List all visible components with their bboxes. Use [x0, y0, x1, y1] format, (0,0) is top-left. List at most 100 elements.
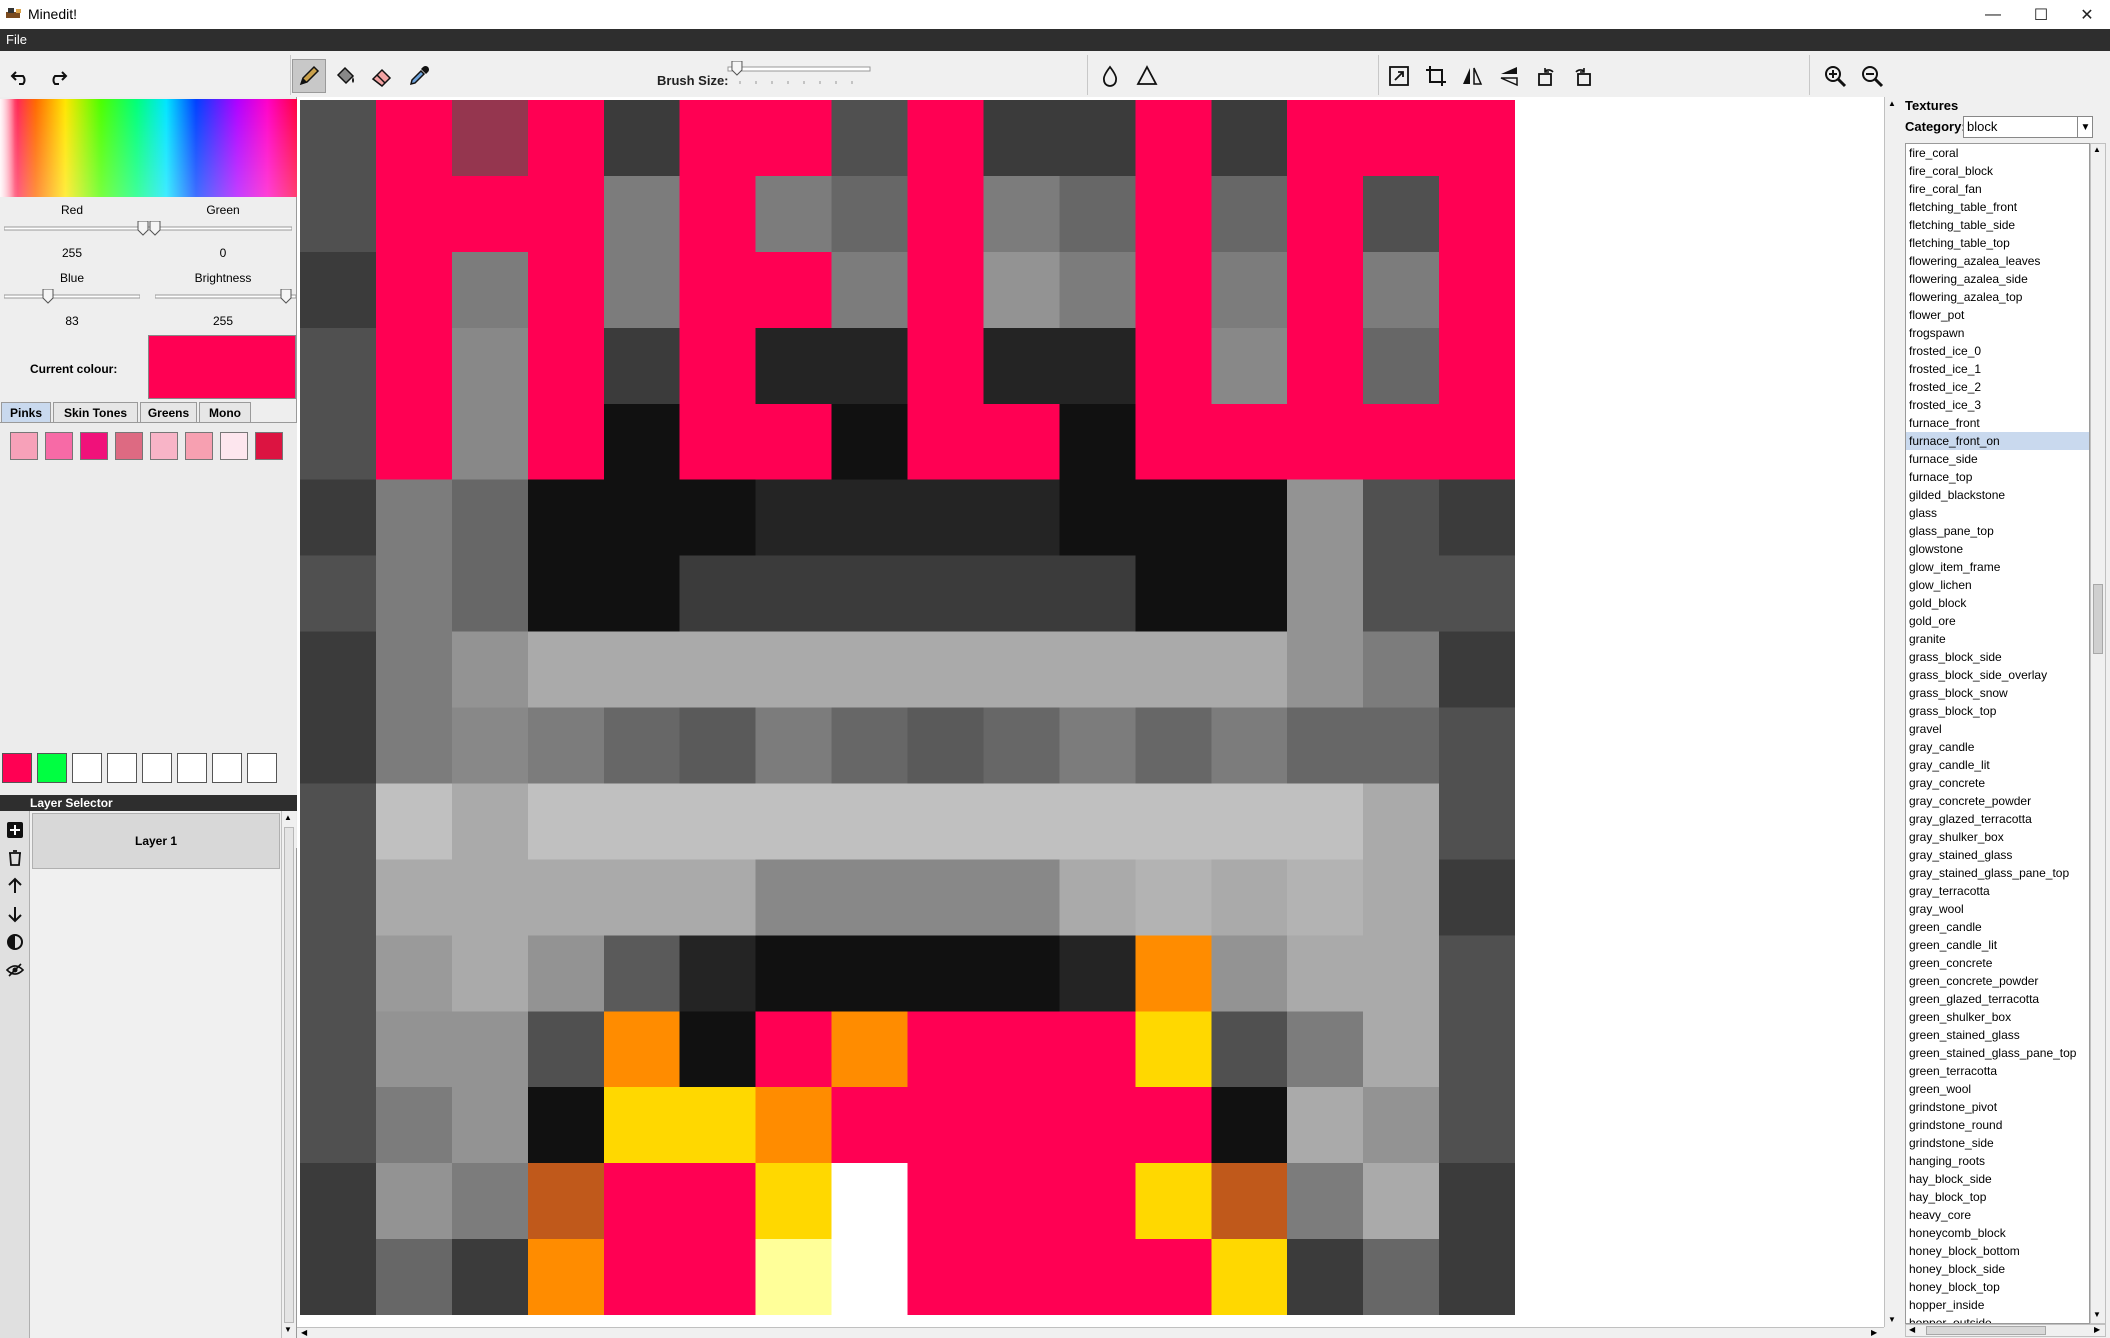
canvas-pixel[interactable]	[1439, 327, 1515, 406]
canvas-pixel[interactable]	[300, 555, 378, 634]
canvas-pixel[interactable]	[755, 1087, 834, 1165]
canvas-pixel[interactable]	[983, 707, 1061, 785]
canvas-pixel[interactable]	[603, 403, 682, 482]
layer-scroll-thumb[interactable]	[284, 827, 294, 1323]
canvas-pixel[interactable]	[679, 555, 758, 634]
canvas-pixel[interactable]	[375, 327, 454, 406]
canvas-pixel[interactable]	[679, 631, 758, 710]
canvas-pixel[interactable]	[1135, 1239, 1213, 1315]
texture-list-item[interactable]: gray_wool	[1906, 900, 2089, 918]
canvas-pixel[interactable]	[300, 403, 378, 482]
canvas-pixel[interactable]	[1363, 1163, 1441, 1241]
canvas-pixel[interactable]	[1439, 631, 1515, 710]
fill-bucket-tool-button[interactable]	[328, 59, 362, 93]
texture-list-item[interactable]: honey_block_top	[1906, 1278, 2089, 1296]
canvas-pixel[interactable]	[1287, 1011, 1365, 1089]
canvas-pixel[interactable]	[1059, 555, 1137, 634]
minimize-button[interactable]: —	[1970, 0, 2016, 29]
canvas-pixel[interactable]	[451, 555, 530, 634]
canvas-pixel[interactable]	[300, 935, 378, 1013]
texture-list-item[interactable]: grindstone_pivot	[1906, 1098, 2089, 1116]
canvas-pixel[interactable]	[1135, 783, 1213, 861]
canvas-pixel[interactable]	[451, 479, 530, 558]
canvas-pixel[interactable]	[375, 783, 454, 861]
canvas-pixel[interactable]	[755, 555, 834, 634]
palette-swatch[interactable]	[10, 432, 38, 460]
canvas-pixel[interactable]	[527, 1163, 606, 1241]
palette-swatch[interactable]	[185, 432, 213, 460]
canvas-pixel[interactable]	[755, 175, 834, 254]
canvas-pixel[interactable]	[375, 251, 454, 330]
canvas-pixel[interactable]	[983, 100, 1061, 178]
canvas-pixel[interactable]	[451, 327, 530, 406]
water-drop-button[interactable]	[1093, 59, 1127, 93]
canvas-pixel[interactable]	[527, 707, 606, 785]
layer-item[interactable]: Layer 1	[32, 813, 280, 869]
canvas-pixel[interactable]	[1059, 1011, 1137, 1089]
canvas-pixel[interactable]	[1059, 707, 1137, 785]
canvas-pixel[interactable]	[527, 1087, 606, 1165]
canvas-pixel[interactable]	[1287, 403, 1365, 482]
canvas-pixel[interactable]	[1059, 1087, 1137, 1165]
canvas-pixel[interactable]	[679, 1239, 758, 1315]
texture-list-item[interactable]: green_glazed_terracotta	[1906, 990, 2089, 1008]
texture-list-item[interactable]: honeycomb_block	[1906, 1224, 2089, 1242]
canvas-pixel[interactable]	[527, 251, 606, 330]
canvas-pixel[interactable]	[375, 631, 454, 710]
canvas-pixel[interactable]	[451, 859, 530, 937]
canvas-pixel[interactable]	[1211, 783, 1289, 861]
canvas-pixel[interactable]	[1135, 403, 1213, 482]
canvas-pixel[interactable]	[527, 1011, 606, 1089]
texture-list-item[interactable]: heavy_core	[1906, 1206, 2089, 1224]
canvas-pixel[interactable]	[679, 175, 758, 254]
canvas-pixel[interactable]	[1059, 631, 1137, 710]
zoom-in-button[interactable]	[1818, 59, 1852, 93]
texture-list-item[interactable]: furnace_top	[1906, 468, 2089, 486]
canvas-pixel[interactable]	[1211, 859, 1289, 937]
canvas-pixel[interactable]	[300, 251, 378, 330]
canvas-pixel[interactable]	[451, 251, 530, 330]
canvas-pixel[interactable]	[527, 555, 606, 634]
texture-list-item[interactable]: green_terracotta	[1906, 1062, 2089, 1080]
pencil-tool-button[interactable]	[292, 59, 326, 93]
canvas-pixel[interactable]	[755, 327, 834, 406]
texture-list-item[interactable]: gray_stained_glass_pane_top	[1906, 864, 2089, 882]
texture-list-item[interactable]: gray_candle_lit	[1906, 756, 2089, 774]
canvas-pixel[interactable]	[603, 1239, 682, 1315]
canvas-pixel[interactable]	[300, 631, 378, 710]
canvas-pixel[interactable]	[1211, 555, 1289, 634]
texture-list-item[interactable]: flowering_azalea_side	[1906, 270, 2089, 288]
canvas-pixel[interactable]	[983, 859, 1061, 937]
canvas-pixel[interactable]	[1135, 327, 1213, 406]
canvas-pixel[interactable]	[983, 1011, 1061, 1089]
canvas-pixel[interactable]	[375, 403, 454, 482]
delete-layer-button[interactable]	[4, 847, 26, 869]
canvas-pixel[interactable]	[907, 175, 985, 254]
canvas-pixel[interactable]	[1135, 175, 1213, 254]
canvas-pixel[interactable]	[1287, 631, 1365, 710]
recent-colour-swatch[interactable]	[142, 753, 172, 783]
texture-list-item[interactable]: frosted_ice_1	[1906, 360, 2089, 378]
texture-list-item[interactable]: furnace_side	[1906, 450, 2089, 468]
canvas-pixel[interactable]	[375, 1239, 454, 1315]
canvas-pixel[interactable]	[755, 1011, 834, 1089]
canvas-pixel[interactable]	[831, 479, 910, 558]
canvas-pixel[interactable]	[1059, 783, 1137, 861]
layer-list-scrollbar[interactable]: ▲ ▼	[281, 811, 296, 1338]
chevron-down-icon[interactable]: ▼	[2077, 117, 2093, 137]
canvas-pixel[interactable]	[983, 175, 1061, 254]
canvas-pixel[interactable]	[1363, 175, 1441, 254]
tab-pinks[interactable]: Pinks	[1, 402, 51, 422]
canvas-pixel[interactable]	[527, 403, 606, 482]
canvas-pixel[interactable]	[831, 1239, 910, 1315]
canvas-pixel[interactable]	[1059, 100, 1137, 178]
texture-list-item[interactable]: furnace_front	[1906, 414, 2089, 432]
canvas-pixel[interactable]	[1363, 783, 1441, 861]
canvas-pixel[interactable]	[983, 251, 1061, 330]
canvas-pixel[interactable]	[1363, 1239, 1441, 1315]
canvas-pixel[interactable]	[907, 327, 985, 406]
texture-list-item[interactable]: furnace_front_on	[1906, 432, 2089, 450]
palette-swatch[interactable]	[115, 432, 143, 460]
texture-list-item[interactable]: grass_block_snow	[1906, 684, 2089, 702]
colour-spectrum-picker[interactable]	[0, 99, 297, 197]
